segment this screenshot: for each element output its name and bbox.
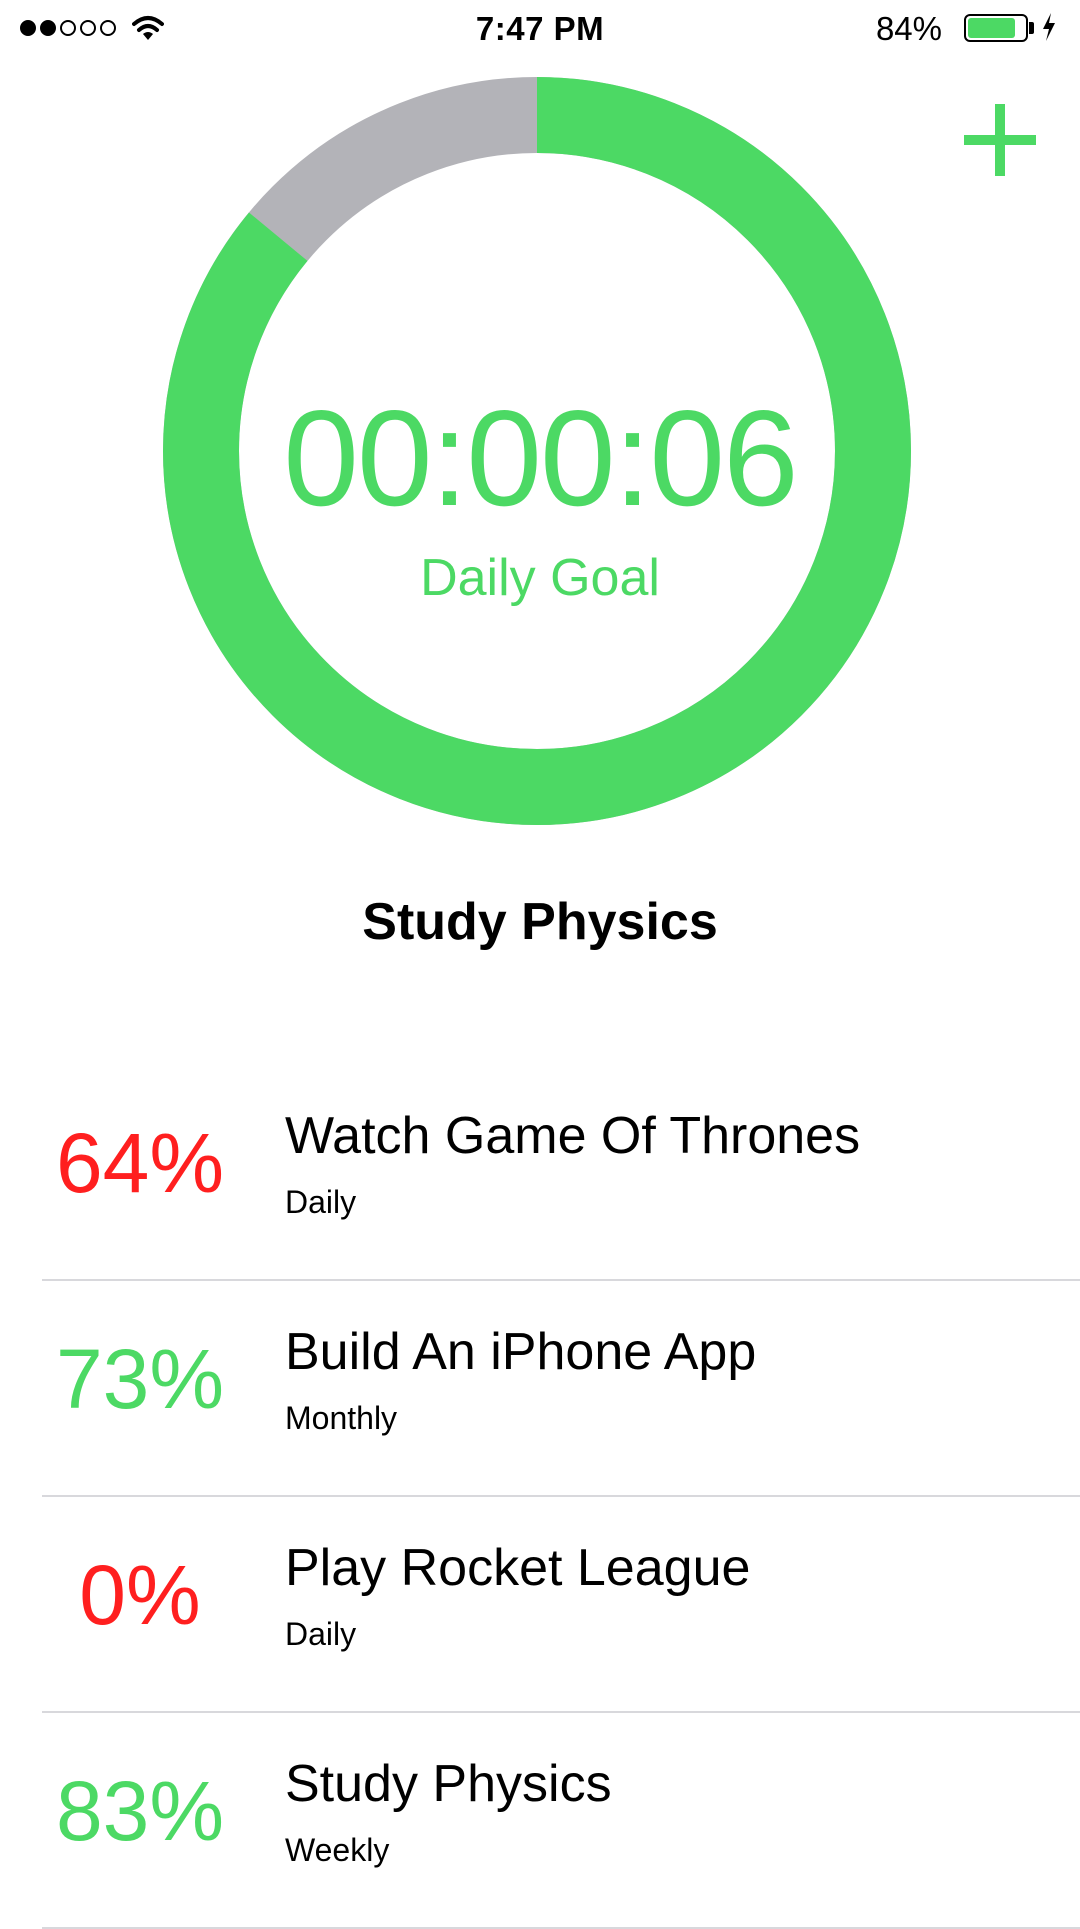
task-row[interactable]: 73% Build An iPhone App Monthly bbox=[0, 1281, 1080, 1497]
battery-cap bbox=[1029, 22, 1034, 34]
task-title: Play Rocket League bbox=[285, 1539, 751, 1597]
task-title: Watch Game Of Thrones bbox=[285, 1107, 861, 1165]
task-frequency: Daily bbox=[285, 1616, 357, 1652]
current-task-title: Study Physics bbox=[362, 893, 718, 951]
add-task-button[interactable] bbox=[960, 100, 1040, 180]
task-percent: 0% bbox=[79, 1548, 201, 1642]
task-title: Study Physics bbox=[285, 1755, 612, 1813]
task-row[interactable]: 64% Watch Game Of Thrones Daily bbox=[0, 1065, 1080, 1281]
timer-display: 00:00:06 bbox=[283, 382, 798, 534]
task-percent: 73% bbox=[55, 1332, 225, 1426]
battery-percent: 84% bbox=[875, 10, 942, 47]
task-percent: 83% bbox=[55, 1764, 225, 1858]
goal-label: Daily Goal bbox=[420, 549, 660, 607]
battery-level bbox=[968, 18, 1016, 38]
plus-icon-stroke bbox=[995, 104, 1005, 176]
task-frequency: Weekly bbox=[285, 1832, 390, 1868]
battery-icon bbox=[964, 14, 1028, 42]
task-row[interactable]: 0% Play Rocket League Daily bbox=[0, 1497, 1080, 1713]
task-percent: 64% bbox=[55, 1116, 225, 1210]
charging-bolt-icon bbox=[1043, 13, 1055, 41]
task-frequency: Monthly bbox=[285, 1400, 398, 1436]
task-title: Build An iPhone App bbox=[285, 1323, 757, 1381]
task-row[interactable]: 83% Study Physics Weekly bbox=[0, 1713, 1080, 1929]
task-list: 64% Watch Game Of Thrones Daily 73% Buil… bbox=[0, 1065, 1080, 1929]
status-bar: 7:47 PM 84% bbox=[0, 0, 1080, 60]
task-frequency: Daily bbox=[285, 1184, 357, 1220]
